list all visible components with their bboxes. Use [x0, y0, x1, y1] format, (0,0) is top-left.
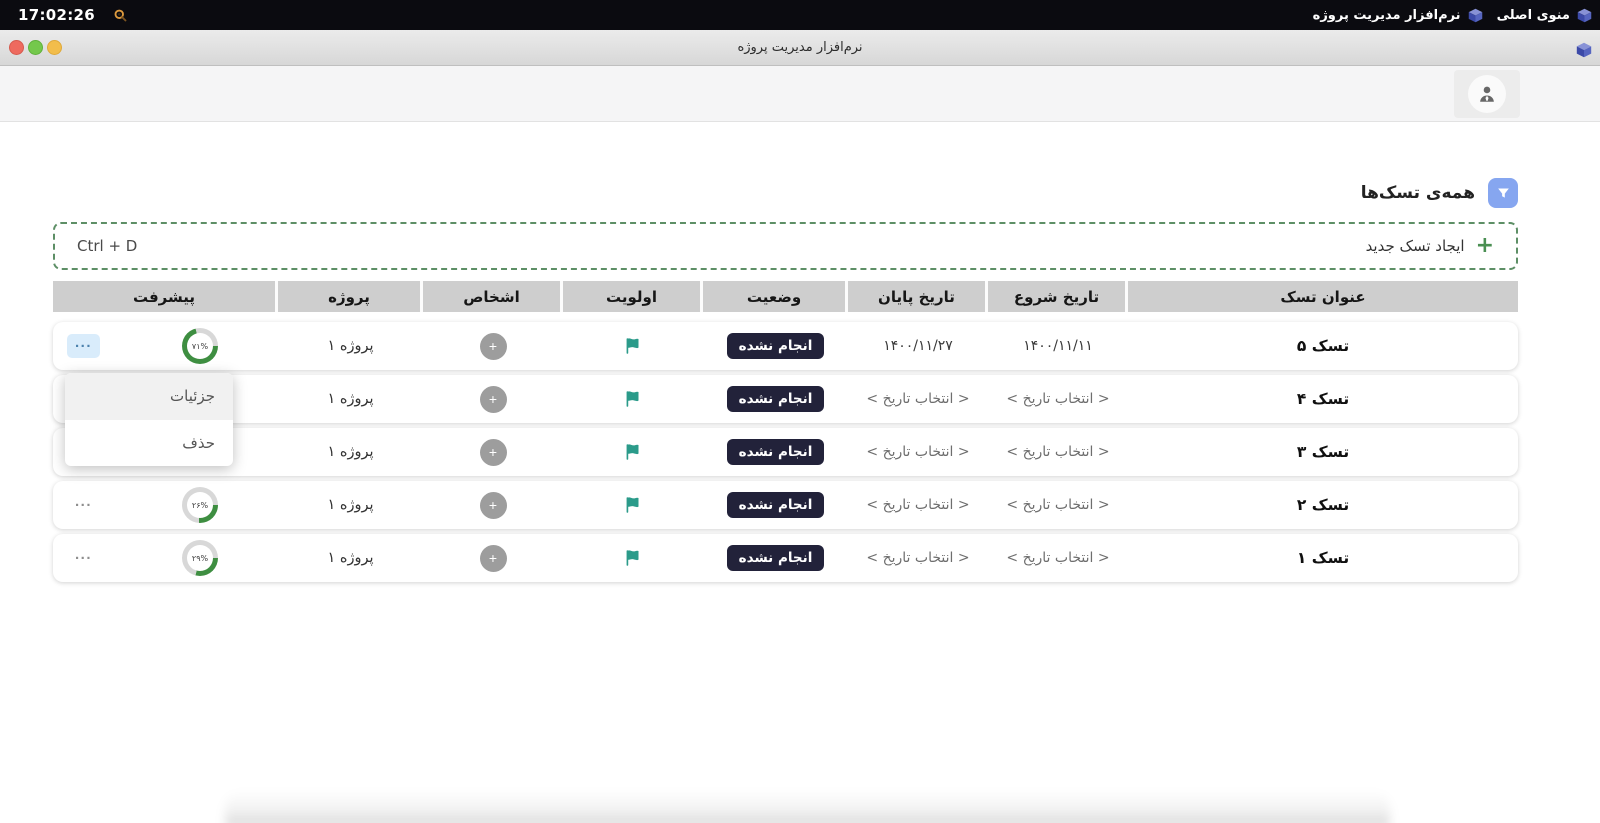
status-badge[interactable]: انجام نشده [726, 544, 825, 572]
minimize-window-button[interactable] [47, 40, 62, 55]
person-icon [1480, 86, 1494, 102]
window-title: نرم‌افزار مدیریت پروژه [737, 40, 863, 55]
progress-ring: ۲۹% [182, 540, 218, 576]
app-cube-icon [1576, 42, 1592, 58]
menubar-item-label: منوی اصلی [1496, 7, 1570, 23]
header-priority: اولویت [563, 281, 703, 312]
status-badge[interactable]: انجام نشده [726, 332, 825, 360]
window-controls [9, 30, 62, 65]
row-more-button[interactable]: ... [67, 334, 101, 358]
header-progress: پیشرفت [53, 281, 278, 312]
menubar-item-label: نرم‌افزار مدیریت پروژه [1312, 7, 1461, 23]
close-window-button[interactable] [9, 40, 24, 55]
priority-flag-icon[interactable] [622, 388, 644, 410]
page-title: همه‌ی تسک‌ها [1360, 183, 1475, 203]
header-task-title: عنوان تسک [1128, 281, 1518, 312]
progress-value: ۲۹% [187, 545, 213, 571]
priority-flag-icon[interactable] [622, 335, 644, 357]
create-task-shortcut: Ctrl + D [77, 237, 138, 255]
task-row: تسک ۴ < انتخاب تاریخ > < انتخاب تاریخ > … [53, 375, 1518, 423]
app-cube-icon [1577, 8, 1592, 23]
priority-flag-icon[interactable] [622, 441, 644, 463]
start-date-picker[interactable]: < انتخاب تاریخ > [1006, 497, 1109, 513]
app-cube-icon [1468, 8, 1483, 23]
system-menubar: 17:02:26 منوی اصلی نرم‌افزار مدیریت پروژ… [0, 0, 1600, 30]
plus-icon: + [1475, 233, 1494, 258]
row-more-button[interactable]: ... [67, 493, 100, 517]
end-date-value[interactable]: ۱۴۰۰/۱۱/۲۷ [883, 338, 953, 354]
table-header: عنوان تسک تاریخ شروع تاریخ پایان وضعیت ا… [53, 281, 1518, 312]
priority-flag-icon[interactable] [622, 494, 644, 516]
filter-button[interactable] [1488, 178, 1518, 208]
toolbar [0, 66, 1600, 122]
task-row: تسک ۲ < انتخاب تاریخ > < انتخاب تاریخ > … [53, 481, 1518, 529]
end-date-picker[interactable]: < انتخاب تاریخ > [866, 497, 969, 513]
progress-value: ۲۶% [187, 492, 213, 518]
project-name: پروژه ۱ [327, 391, 374, 407]
task-row: تسک ۳ < انتخاب تاریخ > < انتخاب تاریخ > … [53, 428, 1518, 476]
menu-item-details[interactable]: جزئیات [65, 373, 233, 420]
progress-value: ۷۱% [187, 333, 213, 359]
funnel-icon [1496, 186, 1511, 201]
clock: 17:02:26 [18, 6, 96, 24]
status-badge[interactable]: انجام نشده [726, 438, 825, 466]
user-profile-button[interactable] [1454, 70, 1520, 118]
add-person-button[interactable]: + [479, 332, 507, 360]
progress-ring: ۷۱% [182, 328, 218, 364]
add-person-button[interactable]: + [479, 491, 507, 519]
project-name: پروژه ۱ [327, 497, 374, 513]
project-name: پروژه ۱ [327, 444, 374, 460]
main-content: همه‌ی تسک‌ها + ایجاد تسک جدید Ctrl + D ع… [53, 178, 1518, 582]
page-header: همه‌ی تسک‌ها [53, 178, 1518, 208]
end-date-picker[interactable]: < انتخاب تاریخ > [866, 391, 969, 407]
task-row: تسک ۱ < انتخاب تاریخ > < انتخاب تاریخ > … [53, 534, 1518, 582]
start-date-value[interactable]: ۱۴۰۰/۱۱/۱۱ [1023, 338, 1093, 354]
add-person-button[interactable]: + [479, 544, 507, 572]
priority-flag-icon[interactable] [622, 547, 644, 569]
start-date-picker[interactable]: < انتخاب تاریخ > [1006, 550, 1109, 566]
end-date-picker[interactable]: < انتخاب تاریخ > [866, 444, 969, 460]
header-status: وضعیت [703, 281, 848, 312]
add-person-button[interactable]: + [479, 438, 507, 466]
project-name: پروژه ۱ [327, 338, 374, 354]
project-name: پروژه ۱ [327, 550, 374, 566]
task-title[interactable]: تسک ۳ [1128, 428, 1518, 476]
task-title[interactable]: تسک ۵ [1128, 322, 1518, 370]
add-person-button[interactable]: + [479, 385, 507, 413]
user-avatar [1468, 75, 1506, 113]
screen: 17:02:26 منوی اصلی نرم‌افزار مدیریت پروژ… [0, 0, 1600, 823]
task-title[interactable]: تسک ۴ [1128, 375, 1518, 423]
search-icon[interactable] [113, 8, 128, 23]
start-date-picker[interactable]: < انتخاب تاریخ > [1006, 391, 1109, 407]
end-date-picker[interactable]: < انتخاب تاریخ > [866, 550, 969, 566]
status-badge[interactable]: انجام نشده [726, 491, 825, 519]
context-menu: جزئیات حذف [65, 373, 233, 466]
menubar-item-app-name[interactable]: نرم‌افزار مدیریت پروژه [1313, 8, 1483, 23]
header-people: اشخاص [423, 281, 563, 312]
task-title[interactable]: تسک ۱ [1128, 534, 1518, 582]
window-titlebar: نرم‌افزار مدیریت پروژه [0, 30, 1600, 66]
progress-ring: ۲۶% [182, 487, 218, 523]
header-end-date: تاریخ پایان [848, 281, 988, 312]
header-start-date: تاریخ شروع [988, 281, 1128, 312]
menubar-item-main-menu[interactable]: منوی اصلی [1497, 8, 1592, 23]
header-project: پروژه [278, 281, 423, 312]
row-more-button[interactable]: ... [67, 546, 100, 570]
start-date-picker[interactable]: < انتخاب تاریخ > [1006, 444, 1109, 460]
window-bottom-shadow [225, 791, 1390, 823]
create-task-label: ایجاد تسک جدید [1365, 237, 1465, 255]
zoom-window-button[interactable] [28, 40, 43, 55]
menu-item-delete[interactable]: حذف [65, 420, 233, 467]
task-row: تسک ۵ ۱۴۰۰/۱۱/۱۱ ۱۴۰۰/۱۱/۲۷ انجام نشده +… [53, 322, 1518, 370]
status-badge[interactable]: انجام نشده [726, 385, 825, 413]
create-task-button[interactable]: + ایجاد تسک جدید Ctrl + D [53, 222, 1518, 270]
task-title[interactable]: تسک ۲ [1128, 481, 1518, 529]
